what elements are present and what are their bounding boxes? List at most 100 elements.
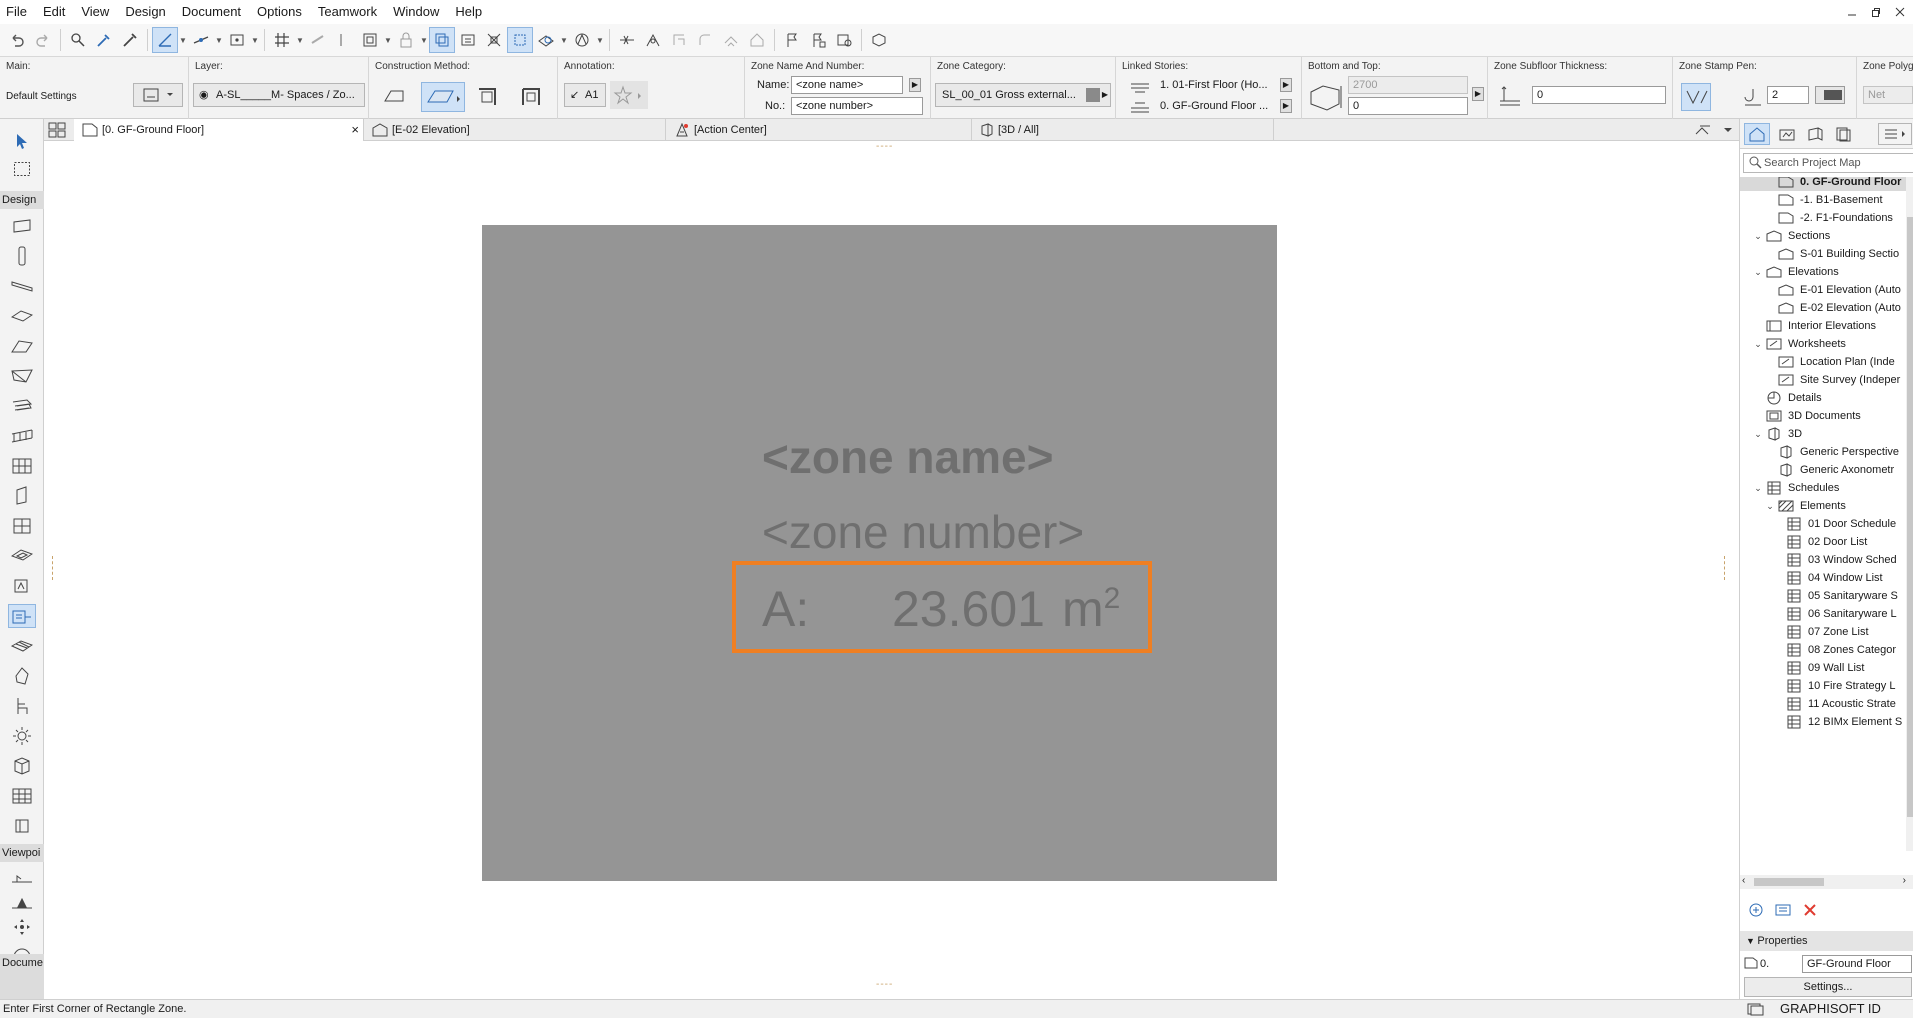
railing-tool-icon[interactable] bbox=[8, 424, 36, 448]
expand-icon[interactable]: ⌄ bbox=[1764, 497, 1776, 515]
menu-document[interactable]: Document bbox=[174, 0, 249, 24]
chevron-down-icon[interactable]: ▼ bbox=[214, 36, 224, 45]
tree-item[interactable]: -1. B1-Basement bbox=[1740, 191, 1913, 209]
door-tool-icon[interactable] bbox=[8, 484, 36, 508]
stamp-pen-field[interactable]: 2 bbox=[1767, 86, 1809, 104]
inner-edge-method-icon[interactable] bbox=[473, 83, 501, 111]
cube-tool-icon[interactable] bbox=[8, 754, 36, 778]
menu-file[interactable]: File bbox=[0, 0, 35, 24]
mesh-tool-icon[interactable] bbox=[8, 634, 36, 658]
tree-item[interactable]: 0. GF-Ground Floor bbox=[1740, 177, 1913, 191]
menu-help[interactable]: Help bbox=[447, 0, 490, 24]
linked-top-story[interactable]: 1. 01-First Floor (Ho... bbox=[1160, 79, 1268, 91]
tree-item[interactable]: ⌄ Elevations bbox=[1740, 263, 1913, 281]
renovation-icon[interactable] bbox=[569, 27, 595, 53]
expand-icon[interactable]: ⌄ bbox=[1752, 263, 1764, 281]
rectangle-method-icon[interactable] bbox=[421, 82, 465, 112]
marquee-icon[interactable] bbox=[507, 27, 533, 53]
tree-item[interactable]: ⌄ Elements bbox=[1740, 497, 1913, 515]
subfloor-thickness-field[interactable]: 0 bbox=[1532, 86, 1666, 104]
change-icon[interactable] bbox=[831, 27, 857, 53]
zone-tool-icon[interactable] bbox=[8, 604, 36, 628]
skylight-tool-icon[interactable] bbox=[8, 544, 36, 568]
tree-item[interactable]: Site Survey (Indeper bbox=[1740, 371, 1913, 389]
tree-item[interactable]: 08 Zones Categor bbox=[1740, 641, 1913, 659]
tree-item[interactable]: Generic Perspective bbox=[1740, 443, 1913, 461]
curtain-wall-tool-icon[interactable] bbox=[8, 454, 36, 478]
grid-snap-icon[interactable] bbox=[269, 27, 295, 53]
tree-horizontal-scrollbar[interactable]: ‹ › bbox=[1740, 875, 1913, 889]
top-splitter-handle[interactable]: ---- bbox=[876, 141, 893, 152]
tab-action-center[interactable]: [Action Center] bbox=[666, 119, 972, 141]
menu-design[interactable]: Design bbox=[117, 0, 173, 24]
menu-edit[interactable]: Edit bbox=[35, 0, 73, 24]
chevron-down-icon[interactable]: ▼ bbox=[178, 36, 188, 45]
tree-item[interactable]: 06 Sanitaryware L bbox=[1740, 605, 1913, 623]
dimension-icon[interactable] bbox=[455, 27, 481, 53]
tree-item[interactable]: Generic Axonometr bbox=[1740, 461, 1913, 479]
tree-item[interactable]: S-01 Building Sectio bbox=[1740, 245, 1913, 263]
tree-item[interactable]: 09 Wall List bbox=[1740, 659, 1913, 677]
properties-header[interactable]: ▼ Properties bbox=[1740, 931, 1913, 951]
expand-icon[interactable]: ⌄ bbox=[1752, 479, 1764, 497]
properties-name-field[interactable]: GF-Ground Floor bbox=[1802, 955, 1912, 973]
layer-dropdown[interactable]: ◉ A-SL_____M- Spaces / Zo... bbox=[193, 83, 365, 107]
restore-icon[interactable] bbox=[1871, 7, 1881, 17]
eyedropper-icon[interactable] bbox=[91, 27, 117, 53]
tab-overview-icon[interactable] bbox=[48, 122, 68, 138]
chevron-down-icon[interactable]: ▼ bbox=[383, 36, 393, 45]
tree-item[interactable]: 02 Door List bbox=[1740, 533, 1913, 551]
offset-icon[interactable] bbox=[718, 27, 744, 53]
zone-number-field[interactable]: <zone number> bbox=[791, 97, 923, 115]
publisher-icon[interactable] bbox=[1830, 123, 1856, 145]
minimize-icon[interactable] bbox=[1847, 7, 1857, 17]
split-icon[interactable] bbox=[614, 27, 640, 53]
group-icon[interactable] bbox=[331, 27, 357, 53]
tree-item[interactable]: -2. F1-Foundations bbox=[1740, 209, 1913, 227]
bottom-splitter-handle[interactable]: ---- bbox=[876, 979, 893, 990]
floor-plan-canvas[interactable]: ---- ---- <zone name> <zone number> A: 2… bbox=[44, 141, 1739, 999]
3d-view-icon[interactable] bbox=[533, 27, 559, 53]
delete-icon[interactable] bbox=[1802, 902, 1818, 918]
chevron-down-icon[interactable]: ▼ bbox=[295, 36, 305, 45]
tree-item[interactable]: 12 BIMx Element S bbox=[1740, 713, 1913, 731]
close-icon[interactable]: × bbox=[351, 119, 359, 141]
document-category[interactable]: Docume bbox=[0, 954, 44, 999]
issue-icon[interactable] bbox=[805, 27, 831, 53]
expand-icon[interactable]: ⌄ bbox=[1752, 227, 1764, 245]
undo-icon[interactable] bbox=[4, 27, 30, 53]
wall-tool-icon[interactable] bbox=[8, 214, 36, 238]
trace-icon[interactable] bbox=[429, 27, 455, 53]
section-tool-icon[interactable] bbox=[8, 867, 36, 891]
left-splitter-handle[interactable] bbox=[52, 556, 54, 580]
slab-tool-icon[interactable] bbox=[8, 304, 36, 328]
tree-item[interactable]: 05 Sanitaryware S bbox=[1740, 587, 1913, 605]
menu-view[interactable]: View bbox=[73, 0, 117, 24]
window-tool-icon[interactable] bbox=[8, 514, 36, 538]
lock-icon[interactable] bbox=[393, 27, 419, 53]
top-field[interactable]: 2700 bbox=[1348, 76, 1468, 94]
chevron-down-icon[interactable]: ▼ bbox=[250, 36, 260, 45]
tab-3d-all[interactable]: [3D / All] bbox=[972, 119, 1274, 141]
menu-options[interactable]: Options bbox=[249, 0, 310, 24]
settings-button[interactable]: Settings... bbox=[1744, 977, 1912, 997]
bimx-icon[interactable] bbox=[866, 27, 892, 53]
object-tool-icon[interactable] bbox=[8, 574, 36, 598]
tree-item[interactable]: Location Plan (Inde bbox=[1740, 353, 1913, 371]
expand-icon[interactable]: ⌄ bbox=[1752, 425, 1764, 443]
close-icon[interactable] bbox=[1895, 7, 1905, 17]
chevron-down-icon[interactable]: ▼ bbox=[559, 36, 569, 45]
morph-tool-icon[interactable] bbox=[8, 664, 36, 688]
chevron-right-icon[interactable]: ▶ bbox=[1472, 87, 1484, 101]
pen-color-swatch[interactable] bbox=[1815, 86, 1845, 104]
tree-item[interactable]: 10 Fire Strategy L bbox=[1740, 677, 1913, 695]
main-value[interactable]: Default Settings bbox=[6, 91, 77, 102]
zone-polygon-field[interactable]: Net bbox=[1863, 86, 1913, 104]
view-frame-icon[interactable] bbox=[357, 27, 383, 53]
chair-tool-icon[interactable] bbox=[8, 694, 36, 718]
tree-item[interactable]: 07 Zone List bbox=[1740, 623, 1913, 641]
zone-polygon[interactable]: <zone name> <zone number> A: 23.601 m2 bbox=[482, 225, 1277, 881]
tree-item[interactable]: 3D Documents bbox=[1740, 407, 1913, 425]
chevron-right-icon[interactable]: › bbox=[1903, 875, 1906, 886]
fillet-icon[interactable] bbox=[692, 27, 718, 53]
